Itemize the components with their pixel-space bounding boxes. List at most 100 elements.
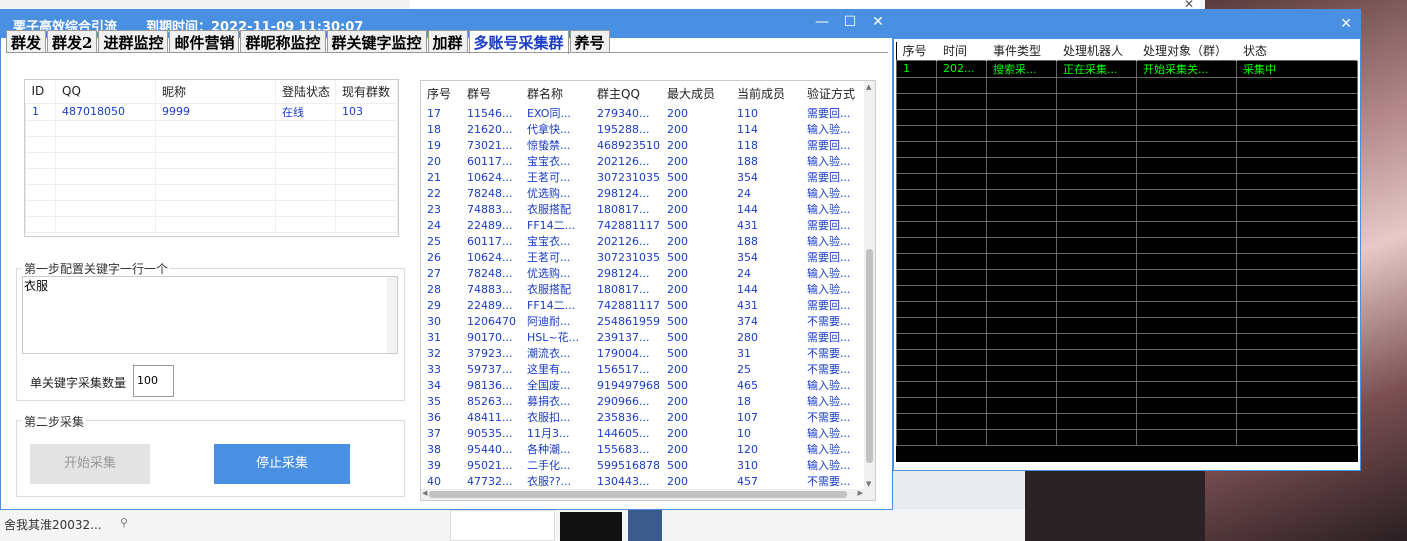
taskbar-chat-item[interactable]: 舍我其淮20032... bbox=[4, 516, 102, 533]
table-row[interactable]: 25 60117... 宝宝衣... 202126... 200 188 输入验... bbox=[421, 233, 866, 249]
column-header[interactable]: ID bbox=[25, 80, 56, 103]
table-row[interactable]: 34 98136... 全国废... 919497968 500 465 输入验... bbox=[421, 377, 866, 393]
column-header[interactable]: 序号 bbox=[896, 42, 937, 60]
scroll-right-icon[interactable]: ▶ bbox=[858, 489, 863, 497]
keywords-scrollbar[interactable] bbox=[387, 277, 397, 353]
table-row[interactable]: 19 73021... 惊蛰禁... 468923510 200 118 需要回... bbox=[421, 137, 866, 153]
tab-2[interactable]: 进群监控 bbox=[98, 30, 169, 53]
table-row[interactable] bbox=[896, 284, 1358, 302]
table-row[interactable] bbox=[896, 412, 1358, 430]
column-header[interactable]: QQ bbox=[55, 80, 156, 103]
table-row[interactable] bbox=[25, 215, 398, 233]
table-row[interactable] bbox=[896, 236, 1358, 254]
scrollbar-thumb[interactable] bbox=[866, 249, 873, 463]
table-row[interactable]: 37 90535... 11月3... 144605... 200 10 输入验... bbox=[421, 425, 866, 441]
table-row[interactable]: 23 74883... 衣服搭配 180817... 200 144 输入验... bbox=[421, 201, 866, 217]
stop-collect-button[interactable]: 停止采集 bbox=[214, 444, 350, 484]
tab-5[interactable]: 群关键字监控 bbox=[326, 30, 427, 53]
pin-icon[interactable]: ⚲ bbox=[120, 516, 128, 529]
column-header[interactable]: 现有群数 bbox=[335, 80, 398, 103]
table-row[interactable]: 20 60117... 宝宝衣... 202126... 200 188 输入验... bbox=[421, 153, 866, 169]
table-row[interactable]: 21 10624... 王茗可... 307231035 500 354 需要回... bbox=[421, 169, 866, 185]
table-row[interactable]: 31 90170... HSL~花... 239137... 500 280 需要回... bbox=[421, 329, 866, 345]
tab-4[interactable]: 群昵称监控 bbox=[240, 30, 326, 53]
column-header[interactable]: 群号 bbox=[461, 81, 521, 105]
scroll-up-icon[interactable]: ▲ bbox=[866, 83, 871, 91]
table-row[interactable] bbox=[896, 76, 1358, 94]
table-row[interactable] bbox=[896, 172, 1358, 190]
table-row[interactable] bbox=[896, 156, 1358, 174]
table-row[interactable] bbox=[896, 380, 1358, 398]
table-row[interactable] bbox=[25, 167, 398, 185]
close-icon[interactable]: ✕ bbox=[867, 14, 889, 34]
table-row[interactable]: 36 48411... 衣服扣... 235836... 200 107 不需要... bbox=[421, 409, 866, 425]
column-header[interactable]: 处理机器人 bbox=[1056, 42, 1137, 60]
table-row[interactable] bbox=[896, 348, 1358, 366]
table-row[interactable] bbox=[896, 268, 1358, 286]
taskbar-thumbnail[interactable] bbox=[450, 510, 555, 541]
column-header[interactable]: 事件类型 bbox=[986, 42, 1057, 60]
column-header[interactable]: 当前成员 bbox=[731, 81, 801, 105]
table-row[interactable]: 29 22489... FF14二... 742881117 500 431 需要回... bbox=[421, 297, 866, 313]
table-row[interactable] bbox=[896, 396, 1358, 414]
tab-8[interactable]: 养号 bbox=[569, 30, 610, 53]
table-row[interactable] bbox=[896, 428, 1358, 446]
log-window-titlebar[interactable]: ✕ bbox=[894, 10, 1360, 39]
column-header[interactable]: 序号 bbox=[421, 81, 461, 105]
table-row[interactable]: 30 1206470 阿迪耐... 254861959 500 374 不需要... bbox=[421, 313, 866, 329]
table-row[interactable] bbox=[25, 151, 398, 169]
start-collect-button[interactable]: 开始采集 bbox=[30, 444, 150, 484]
table-row[interactable]: 40 47732... 衣服??... 130443... 200 457 不需要... bbox=[421, 473, 866, 489]
taskbar-thumbnail[interactable] bbox=[628, 510, 662, 541]
column-header[interactable]: 状态 bbox=[1236, 42, 1358, 60]
table-row[interactable] bbox=[896, 188, 1358, 206]
table-row[interactable] bbox=[896, 140, 1358, 158]
column-header[interactable]: 群名称 bbox=[521, 81, 591, 105]
table-row[interactable]: 39 95021... 二手化... 599516878 500 310 输入验... bbox=[421, 457, 866, 473]
table-row[interactable] bbox=[896, 124, 1358, 142]
tab-3[interactable]: 邮件营销 bbox=[169, 30, 240, 53]
table-row[interactable]: 38 95440... 各种潮... 155683... 200 120 输入验... bbox=[421, 441, 866, 457]
column-header[interactable]: 验证方式 bbox=[801, 81, 866, 105]
table-row[interactable]: 27 78248... 优选购... 298124... 200 24 输入验... bbox=[421, 265, 866, 281]
table-row[interactable] bbox=[896, 364, 1358, 382]
horizontal-scrollbar[interactable]: ◀ ▶ bbox=[421, 489, 875, 500]
table-row[interactable] bbox=[25, 135, 398, 153]
table-row[interactable]: 32 37923... 潮流衣... 179004... 500 31 不需要... bbox=[421, 345, 866, 361]
table-row[interactable] bbox=[25, 183, 398, 201]
table-row[interactable] bbox=[896, 220, 1358, 238]
tab-6[interactable]: 加群 bbox=[427, 30, 468, 53]
table-row[interactable]: 17 11546... EXO同... 279340... 200 110 需要回... bbox=[421, 105, 866, 121]
minimize-icon[interactable]: — bbox=[811, 14, 833, 34]
table-row[interactable]: 1 202... 搜索采... 正在采集... 开始采集关... 采集中 bbox=[896, 59, 1358, 78]
table-row[interactable] bbox=[896, 300, 1358, 318]
keyword-count-input[interactable]: 100 bbox=[133, 365, 174, 397]
table-row[interactable] bbox=[25, 119, 398, 137]
keywords-textarea[interactable]: 衣服 bbox=[22, 276, 398, 354]
tab-7[interactable]: 多账号采集群 bbox=[468, 30, 569, 54]
column-header[interactable]: 处理对象（群） bbox=[1136, 42, 1237, 60]
table-row[interactable]: 35 85263... 募捐衣... 290966... 200 18 输入验... bbox=[421, 393, 866, 409]
table-row[interactable]: 1 487018050 9999 在线 103 bbox=[25, 102, 398, 121]
table-row[interactable] bbox=[896, 204, 1358, 222]
table-row[interactable]: 24 22489... FF14二... 742881117 500 431 需要回... bbox=[421, 217, 866, 233]
table-row[interactable]: 26 10624... 王茗可... 307231035 500 354 需要回... bbox=[421, 249, 866, 265]
scroll-left-icon[interactable]: ◀ bbox=[422, 489, 427, 497]
vertical-scrollbar[interactable]: ▲ ▼ bbox=[864, 81, 875, 490]
table-row[interactable] bbox=[25, 199, 398, 217]
column-header[interactable]: 昵称 bbox=[155, 80, 276, 103]
column-header[interactable]: 时间 bbox=[936, 42, 987, 60]
tab-0[interactable]: 群发 bbox=[6, 30, 47, 53]
maximize-icon[interactable]: ☐ bbox=[839, 14, 861, 34]
column-header[interactable]: 最大成员 bbox=[661, 81, 731, 105]
table-row[interactable] bbox=[896, 252, 1358, 270]
table-row[interactable] bbox=[896, 92, 1358, 110]
column-header[interactable]: 群主QQ bbox=[591, 81, 661, 105]
column-header[interactable]: 登陆状态 bbox=[275, 80, 336, 103]
table-row[interactable]: 22 78248... 优选购... 298124... 200 24 输入验... bbox=[421, 185, 866, 201]
taskbar-thumbnail[interactable] bbox=[560, 512, 622, 541]
table-row[interactable]: 33 59737... 这里有... 156517... 200 25 不需要... bbox=[421, 361, 866, 377]
table-row[interactable] bbox=[896, 108, 1358, 126]
table-row[interactable] bbox=[896, 316, 1358, 334]
table-row[interactable] bbox=[896, 332, 1358, 350]
